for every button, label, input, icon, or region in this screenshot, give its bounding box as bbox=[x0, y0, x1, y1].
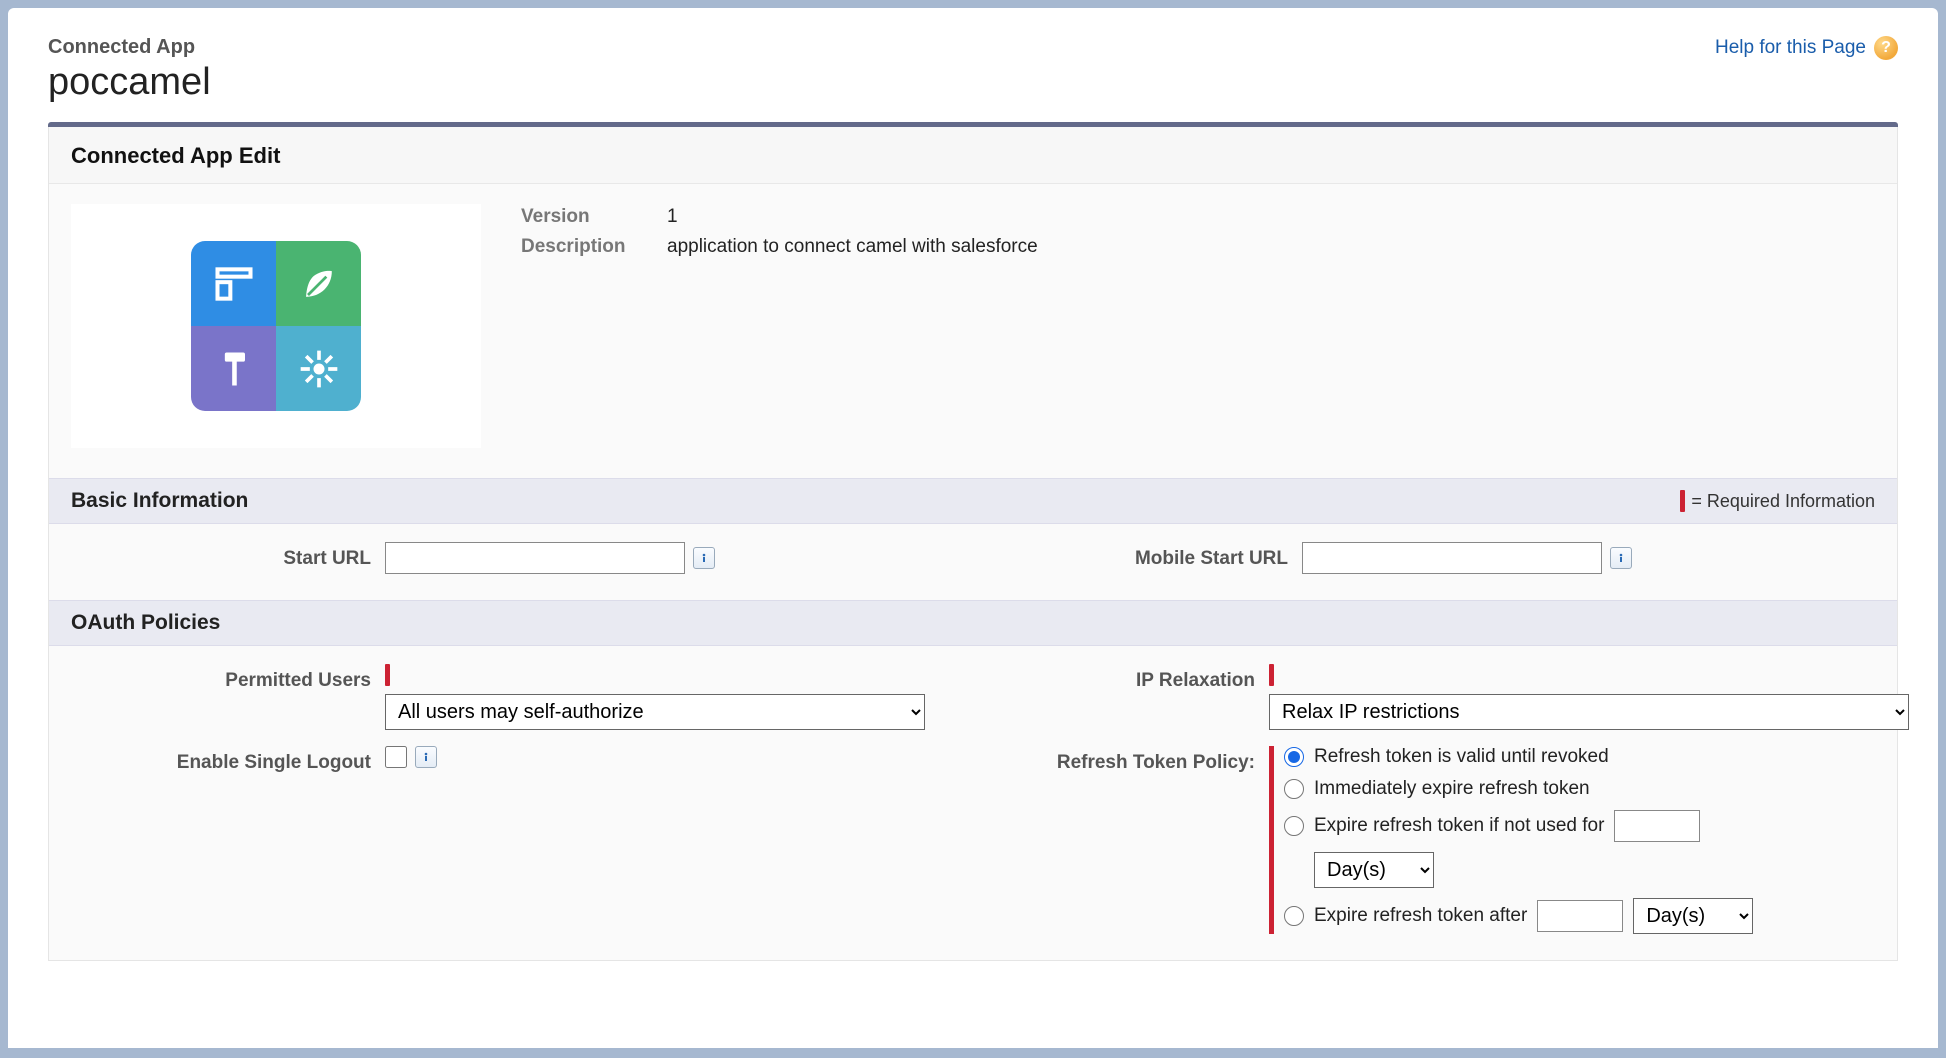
page-container: Connected App poccamel Help for this Pag… bbox=[8, 8, 1938, 1048]
radio-valid-until-revoked-label: Refresh token is valid until revoked bbox=[1314, 746, 1609, 768]
refresh-not-used-value-input[interactable] bbox=[1614, 810, 1700, 842]
section-oauth-policies: OAuth Policies bbox=[49, 600, 1897, 646]
radio-expire-if-not-used-label: Expire refresh token if not used for bbox=[1314, 815, 1604, 837]
info-row-description: Description application to connect camel… bbox=[521, 236, 1875, 258]
page-header: Connected App poccamel Help for this Pag… bbox=[8, 8, 1938, 122]
ip-relaxation-label: IP Relaxation bbox=[955, 664, 1255, 692]
start-url-label: Start URL bbox=[71, 542, 371, 570]
row-ip-relaxation: IP Relaxation Relax IP restrictions bbox=[955, 664, 1909, 730]
required-bar-icon bbox=[1269, 664, 1274, 686]
description-label: Description bbox=[521, 236, 641, 258]
breadcrumb: Connected App bbox=[48, 36, 211, 59]
enable-single-logout-label: Enable Single Logout bbox=[71, 746, 371, 774]
refresh-not-used-unit-row: Day(s) bbox=[1284, 852, 1753, 888]
page-title: poccamel bbox=[48, 61, 211, 104]
row-permitted-users: Permitted Users All users may self-autho… bbox=[71, 664, 925, 730]
description-value: application to connect camel with salesf… bbox=[667, 236, 1038, 258]
oauth-form-grid: Permitted Users All users may self-autho… bbox=[49, 646, 1897, 960]
enable-single-logout-checkbox[interactable] bbox=[385, 746, 407, 768]
radio-valid-until-revoked[interactable]: Refresh token is valid until revoked bbox=[1284, 746, 1753, 768]
tile-layout-icon bbox=[191, 241, 276, 326]
tile-leaf-icon bbox=[276, 241, 361, 326]
mobile-start-url-input[interactable] bbox=[1302, 542, 1602, 574]
permitted-users-label: Permitted Users bbox=[71, 664, 371, 692]
info-icon[interactable] bbox=[1610, 547, 1632, 569]
version-label: Version bbox=[521, 206, 641, 228]
refresh-not-used-unit-select[interactable]: Day(s) bbox=[1314, 852, 1434, 888]
radio-expire-after-input[interactable] bbox=[1284, 906, 1304, 926]
radio-immediately-expire-label: Immediately expire refresh token bbox=[1314, 778, 1590, 800]
radio-expire-after-label: Expire refresh token after bbox=[1314, 905, 1527, 927]
radio-valid-until-revoked-input[interactable] bbox=[1284, 747, 1304, 767]
section-basic-title: Basic Information bbox=[71, 489, 248, 513]
permitted-users-select[interactable]: All users may self-authorize bbox=[385, 694, 925, 730]
panel-title: Connected App Edit bbox=[49, 127, 1897, 183]
section-basic-information: Basic Information = Required Information bbox=[49, 478, 1897, 524]
radio-expire-after: Expire refresh token after Day(s) bbox=[1284, 898, 1753, 934]
refresh-after-unit-select[interactable]: Day(s) bbox=[1633, 898, 1753, 934]
refresh-token-policy-label: Refresh Token Policy: bbox=[955, 746, 1255, 774]
info-fields: Version 1 Description application to con… bbox=[521, 204, 1875, 448]
ip-relaxation-select[interactable]: Relax IP restrictions bbox=[1269, 694, 1909, 730]
refresh-after-value-input[interactable] bbox=[1537, 900, 1623, 932]
radio-expire-if-not-used-input[interactable] bbox=[1284, 816, 1304, 836]
version-value: 1 bbox=[667, 206, 678, 228]
row-start-url: Start URL bbox=[71, 542, 958, 574]
mobile-start-url-label: Mobile Start URL bbox=[988, 542, 1288, 570]
row-enable-single-logout: Enable Single Logout bbox=[71, 746, 925, 934]
start-url-input[interactable] bbox=[385, 542, 685, 574]
row-mobile-start-url: Mobile Start URL bbox=[988, 542, 1875, 574]
info-area: Version 1 Description application to con… bbox=[49, 183, 1897, 478]
page-header-left: Connected App poccamel bbox=[48, 36, 211, 104]
radio-immediately-expire[interactable]: Immediately expire refresh token bbox=[1284, 778, 1753, 800]
refresh-token-radio-group: Refresh token is valid until revoked Imm… bbox=[1284, 746, 1753, 934]
required-hint: = Required Information bbox=[1680, 490, 1875, 512]
required-bar-icon bbox=[385, 664, 390, 686]
section-oauth-title: OAuth Policies bbox=[71, 611, 220, 635]
info-icon[interactable] bbox=[693, 547, 715, 569]
basic-form-grid: Start URL Mobile Start URL bbox=[49, 524, 1897, 600]
radio-expire-if-not-used: Expire refresh token if not used for bbox=[1284, 810, 1753, 842]
help-link-label: Help for this Page bbox=[1715, 37, 1866, 59]
help-link[interactable]: Help for this Page ? bbox=[1715, 36, 1898, 60]
radio-immediately-expire-input[interactable] bbox=[1284, 779, 1304, 799]
info-row-version: Version 1 bbox=[521, 206, 1875, 228]
tile-hammer-icon bbox=[191, 326, 276, 411]
row-refresh-token-policy: Refresh Token Policy: Refresh token is v… bbox=[955, 746, 1909, 934]
tile-compass-icon bbox=[276, 326, 361, 411]
required-bar-icon bbox=[1680, 490, 1685, 512]
info-icon[interactable] bbox=[415, 746, 437, 768]
required-hint-text: = Required Information bbox=[1691, 491, 1875, 512]
edit-panel: Connected App Edit bbox=[48, 127, 1898, 961]
app-logo-box bbox=[71, 204, 481, 448]
help-icon: ? bbox=[1874, 36, 1898, 60]
app-logo-icon bbox=[191, 241, 361, 411]
